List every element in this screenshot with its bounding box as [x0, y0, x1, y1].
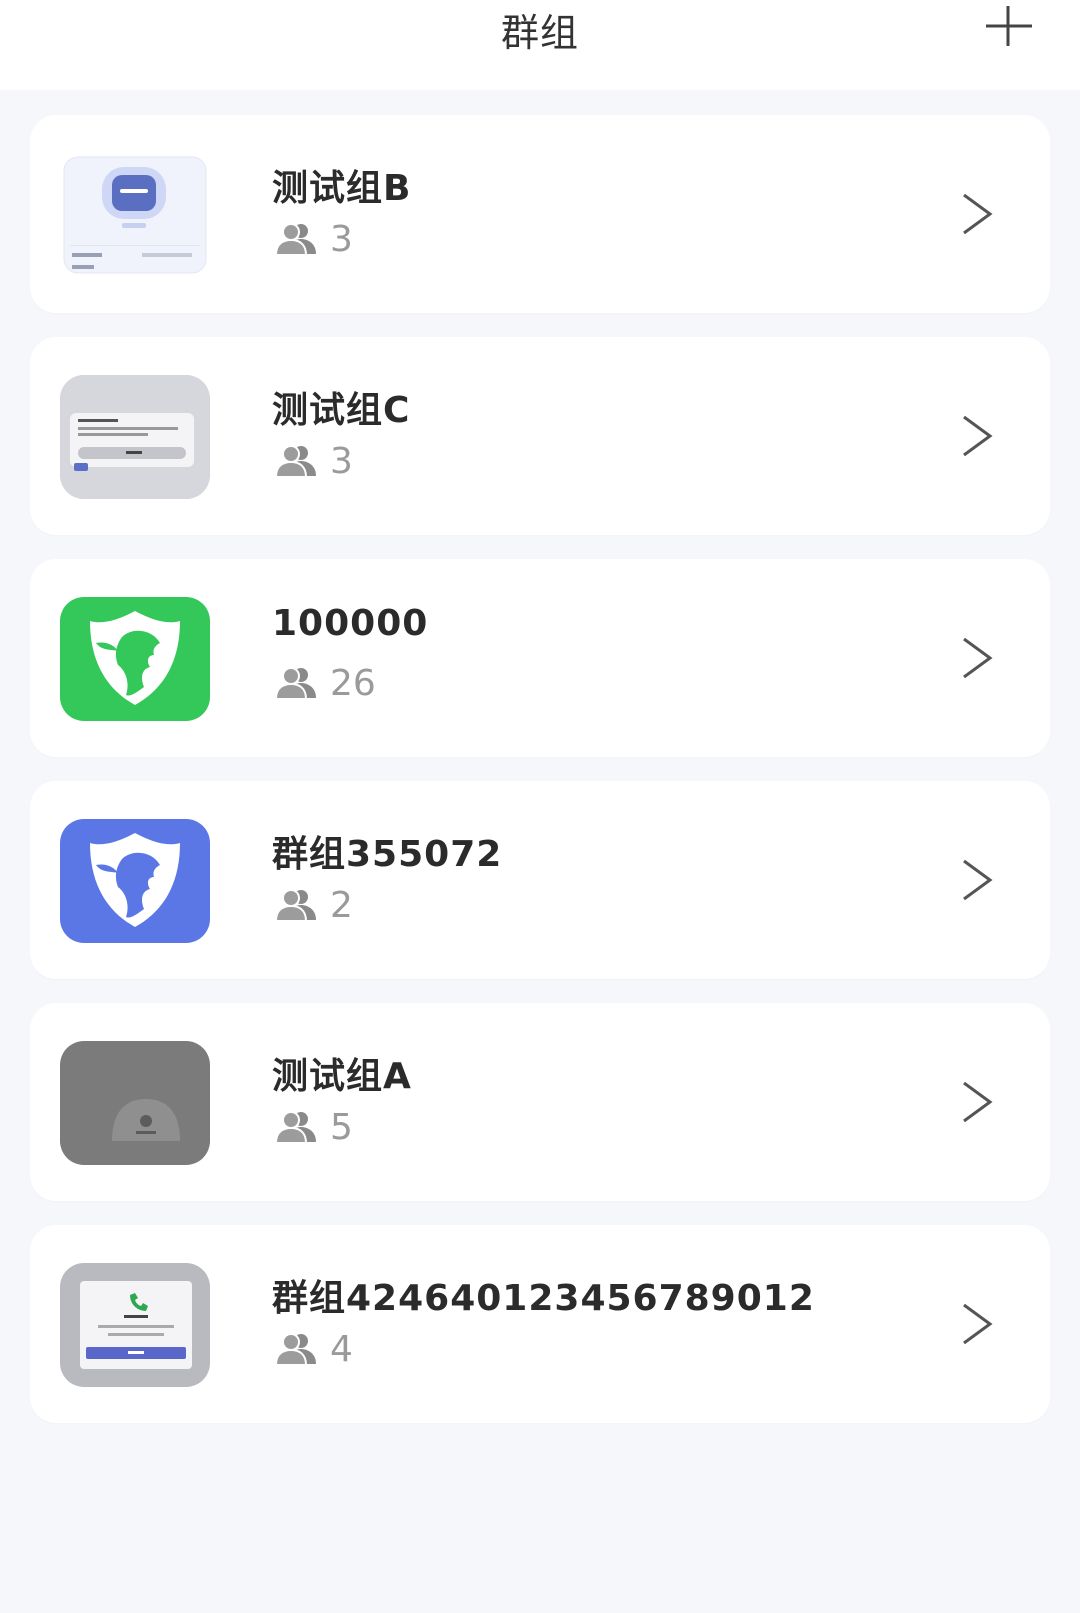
member-count: 26 [274, 662, 376, 704]
group-item[interactable]: 群组424640123456789012 4 [30, 1225, 1050, 1423]
group-avatar [60, 153, 210, 277]
chevron-right-icon [963, 1081, 993, 1123]
group-item[interactable]: 群组355072 2 [30, 781, 1050, 979]
group-name: 测试组B [272, 168, 412, 209]
group-avatar [60, 1041, 210, 1165]
blue-lion-shield-icon [60, 819, 210, 943]
chevron-right-icon [963, 193, 993, 235]
member-count: 2 [274, 884, 353, 926]
plus-icon [986, 6, 1032, 46]
member-count-value: 4 [330, 1328, 353, 1370]
member-count: 5 [274, 1106, 353, 1148]
group-avatar [60, 375, 210, 499]
add-group-button[interactable] [980, 0, 1036, 54]
member-count-value: 3 [330, 440, 353, 482]
member-count-value: 5 [330, 1106, 353, 1148]
member-count-value: 2 [330, 884, 353, 926]
top-bar: 群组 [0, 0, 1080, 90]
group-item[interactable]: 测试组B 3 [30, 115, 1050, 313]
people-icon [274, 445, 316, 478]
group-name: 测试组C [272, 390, 411, 431]
people-icon [274, 667, 316, 700]
screenshot-device-icon [60, 153, 210, 277]
member-count: 3 [274, 218, 353, 260]
group-item[interactable]: 测试组C 3 [30, 337, 1050, 535]
member-count-value: 26 [330, 662, 376, 704]
people-icon [274, 223, 316, 256]
member-count-value: 3 [330, 218, 353, 260]
group-list: 测试组B 3 测试组C 3 100000 26 群组355072 2 测试组A … [30, 115, 1050, 1447]
people-icon [274, 889, 316, 922]
group-item[interactable]: 100000 26 [30, 559, 1050, 757]
gray-avatar-icon [60, 1041, 210, 1165]
group-avatar [60, 819, 210, 943]
group-name: 测试组A [272, 1056, 412, 1097]
chevron-right-icon [963, 1303, 993, 1345]
group-item[interactable]: 测试组A 5 [30, 1003, 1050, 1201]
chevron-right-icon [963, 637, 993, 679]
chevron-right-icon [963, 859, 993, 901]
green-lion-shield-icon [60, 597, 210, 721]
member-count: 4 [274, 1328, 353, 1370]
people-icon [274, 1111, 316, 1144]
group-avatar [60, 597, 210, 721]
group-name: 100000 [272, 603, 429, 644]
chevron-right-icon [963, 415, 993, 457]
screenshot-call-icon [60, 1263, 210, 1387]
screenshot-dialog-icon [60, 375, 210, 499]
group-name: 群组424640123456789012 [272, 1278, 815, 1319]
group-name: 群组355072 [272, 834, 503, 875]
group-avatar [60, 1263, 210, 1387]
page-title: 群组 [500, 11, 579, 55]
member-count: 3 [274, 440, 353, 482]
people-icon [274, 1333, 316, 1366]
